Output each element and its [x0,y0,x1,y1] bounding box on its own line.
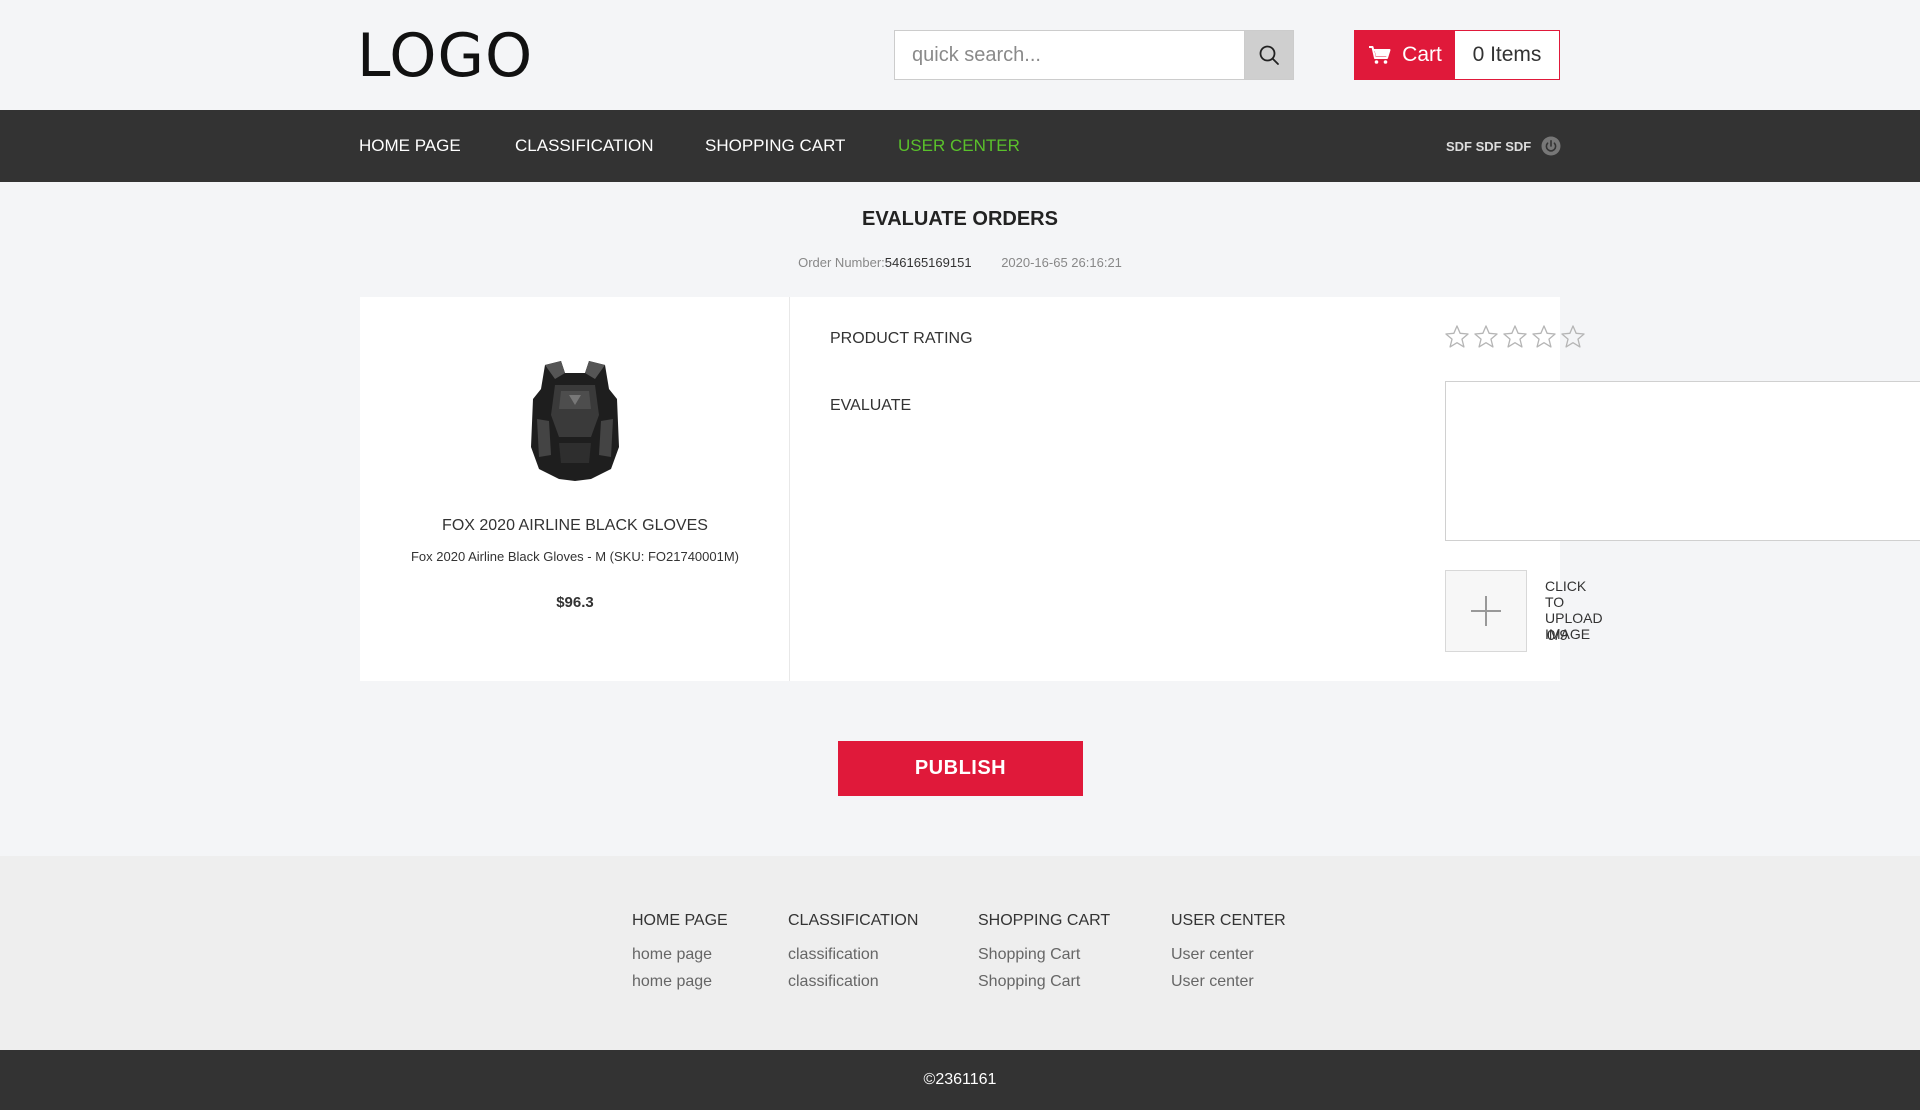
star-icon[interactable] [1444,324,1470,350]
copyright: ©2361161 [0,1050,1920,1110]
evaluation-panel: FOX 2020 AIRLINE BLACK GLOVES Fox 2020 A… [360,297,1920,681]
order-info: Order Number:546165169151 2020-16-65 26:… [0,255,1920,270]
nav-user-center[interactable]: USER CENTER [898,110,1020,182]
upload-count: 0/9 [1547,627,1568,644]
footer-link[interactable]: Shopping Cart [978,968,1110,995]
nav-user: SDF SDF SDF [1446,110,1561,182]
footer-link[interactable]: home page [632,941,728,968]
footer-heading: SHOPPING CART [978,912,1111,929]
product-name[interactable]: FOX 2020 AIRLINE BLACK GLOVES [360,517,790,535]
star-icon[interactable] [1531,324,1557,350]
evaluate-label: EVALUATE [830,397,912,414]
nav-classification[interactable]: CLASSIFICATION [515,110,654,182]
star-icon[interactable] [1560,324,1586,350]
upload-image-button[interactable] [1445,570,1527,652]
product-image [531,361,619,481]
page-title: EVALUATE ORDERS [862,208,1058,230]
rating-label: PRODUCT RATING [830,330,973,347]
product-sku: Fox 2020 Airline Black Gloves - M (SKU: … [410,549,740,564]
cart-icon [1369,46,1391,64]
user-name[interactable]: SDF SDF SDF [1446,139,1531,154]
cart-count[interactable]: 0 Items [1455,31,1559,79]
cart-label-area[interactable]: Cart [1355,31,1455,79]
footer-link[interactable]: classification [788,968,918,995]
footer-link[interactable]: User center [1171,968,1286,995]
order-number: 546165169151 [884,255,972,270]
footer-heading: USER CENTER [1171,912,1286,929]
nav-shopping-cart[interactable]: SHOPPING CART [705,110,845,182]
main-nav: HOME PAGE CLASSIFICATION SHOPPING CART U… [0,110,1920,182]
cart-button[interactable]: Cart 0 Items [1354,30,1560,80]
footer-col-home: HOME PAGE home page home page [632,912,728,995]
footer-link[interactable]: classification [788,941,918,968]
search-bar [894,30,1294,80]
search-button[interactable] [1244,31,1293,79]
header: LOGO Cart 0 Items [0,0,1920,110]
power-icon[interactable] [1541,136,1561,156]
star-icon[interactable] [1502,324,1528,350]
search-input[interactable] [895,31,1244,79]
nav-home[interactable]: HOME PAGE [359,110,461,182]
star-icon[interactable] [1473,324,1499,350]
evaluate-textarea[interactable] [1445,381,1920,541]
footer-col-user-center: USER CENTER User center User center [1171,912,1286,995]
search-icon [1259,45,1279,65]
cart-label: Cart [1402,43,1442,66]
review-form: PRODUCT RATING EVALUATE CLICK TO UPLOAD … [790,297,1920,681]
footer-link[interactable]: Shopping Cart [978,941,1110,968]
footer-heading: HOME PAGE [632,912,728,929]
footer-col-shopping-cart: SHOPPING CART Shopping Cart Shopping Car… [978,912,1110,995]
footer-link[interactable]: home page [632,968,728,995]
star-rating [1444,324,1586,350]
order-label: Order Number: [798,255,885,270]
footer: HOME PAGE home page home page CLASSIFICA… [0,856,1920,1050]
footer-link[interactable]: User center [1171,941,1286,968]
publish-button[interactable]: PUBLISH [838,741,1083,796]
order-date: 2020-16-65 26:16:21 [1001,255,1122,270]
footer-col-classification: CLASSIFICATION classification classifica… [788,912,918,995]
footer-heading: CLASSIFICATION [788,912,919,929]
logo[interactable]: LOGO [357,22,533,90]
product-price: $96.3 [556,594,594,611]
plus-icon [1471,596,1501,626]
product-card: FOX 2020 AIRLINE BLACK GLOVES Fox 2020 A… [360,297,790,681]
